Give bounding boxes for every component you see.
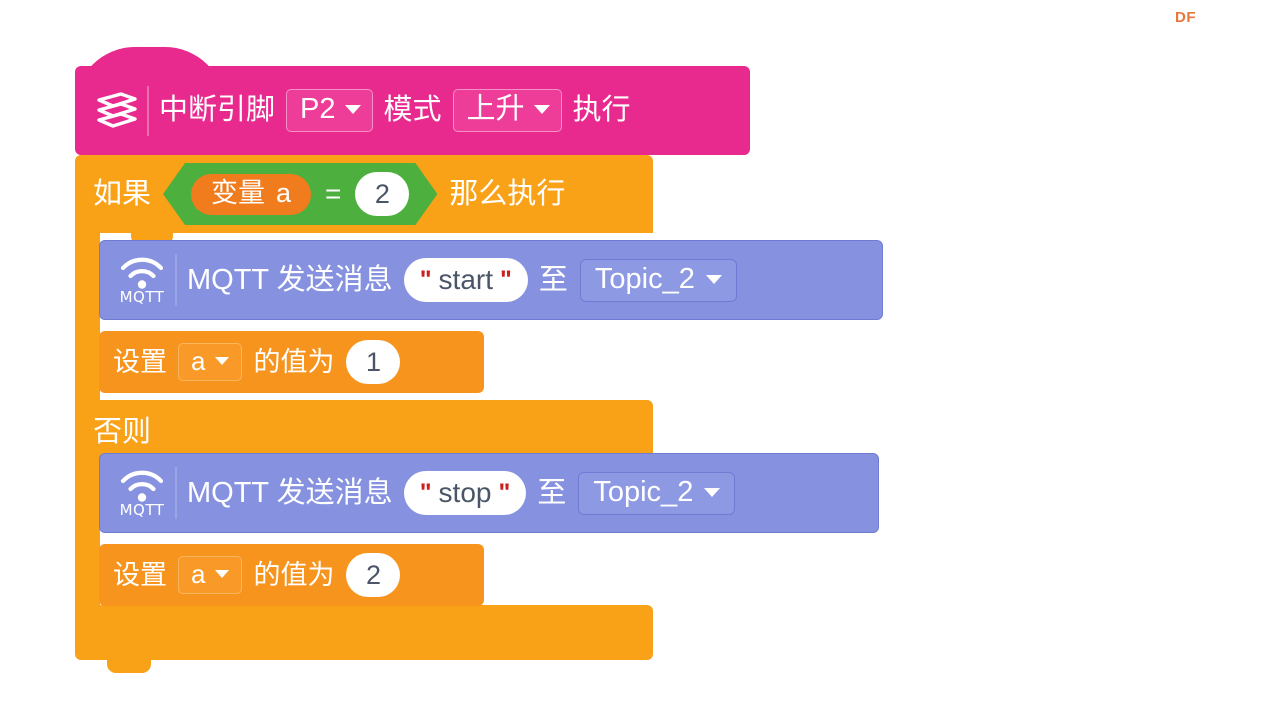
- stacked-layers-icon: [89, 82, 145, 140]
- set-variable-name: a: [191, 559, 206, 589]
- mqtt-message-value: start: [438, 264, 494, 295]
- variable-prefix-label: 变量: [211, 177, 266, 208]
- set-variable-block-1[interactable]: 设置 a 的值为 1: [99, 331, 484, 393]
- variable-name-label: a: [276, 177, 292, 208]
- mqtt-topic-dropdown-stop[interactable]: Topic_2: [578, 471, 736, 515]
- set-value-label: 的值为: [253, 559, 335, 590]
- set-value-label: 的值为: [253, 346, 335, 377]
- interrupt-pin-hat-block[interactable]: 中断引脚 P2 模式 上升 执行: [75, 66, 750, 155]
- mqtt-message-input-stop[interactable]: " stop ": [403, 471, 527, 515]
- quote-open: ": [419, 265, 432, 294]
- pin-dropdown[interactable]: P2: [286, 89, 373, 132]
- mqtt-to-label: 至: [538, 263, 568, 296]
- quote-close: ": [500, 265, 512, 294]
- mqtt-topic-dropdown-start[interactable]: Topic_2: [579, 258, 737, 302]
- chevron-down-icon: [215, 357, 230, 365]
- mode-dropdown-value: 上升: [466, 93, 525, 125]
- pin-dropdown-value: P2: [300, 93, 336, 125]
- equals-operator-block[interactable]: 变量 a = 2: [163, 163, 437, 225]
- blockly-workspace[interactable]: 中断引脚 P2 模式 上升 执行 如果 变量 a = 2 那么执行 否则 MQT…: [0, 0, 1280, 720]
- quote-close: ": [498, 478, 511, 507]
- mqtt-icon-divider: [175, 254, 177, 306]
- set-variable-block-2[interactable]: 设置 a 的值为 2: [99, 544, 484, 606]
- variable-reporter-a[interactable]: 变量 a: [191, 174, 311, 215]
- hat-label-execute: 执行: [572, 94, 631, 126]
- hat-label-interrupt-pin: 中断引脚: [159, 94, 276, 126]
- set-variable-dropdown-2[interactable]: a: [178, 556, 243, 594]
- condition-value-input[interactable]: 2: [355, 172, 409, 216]
- equals-sign-label: =: [325, 178, 342, 209]
- else-label: 否则: [93, 416, 152, 448]
- chevron-down-icon: [704, 487, 721, 497]
- mqtt-message-input-start[interactable]: " start ": [403, 258, 528, 302]
- quote-open: ": [419, 478, 432, 507]
- if-block-bottom-notch: [107, 660, 151, 673]
- then-label: 那么执行: [449, 177, 566, 210]
- mqtt-topic-value: Topic_2: [593, 475, 694, 508]
- chevron-down-icon: [215, 570, 230, 578]
- mqtt-icon-label: MQTT: [119, 288, 165, 306]
- set-variable-name: a: [191, 346, 206, 376]
- mqtt-icon-divider: [175, 467, 177, 519]
- set-label: 设置: [113, 559, 167, 590]
- set-value-input-2[interactable]: 2: [346, 553, 401, 597]
- chevron-down-icon: [344, 105, 361, 114]
- mqtt-send-label: MQTT 发送消息: [187, 476, 393, 509]
- mqtt-icon-label: MQTT: [119, 501, 165, 519]
- chevron-down-icon: [533, 105, 550, 114]
- if-block-bottom-bar[interactable]: [75, 605, 653, 660]
- mqtt-send-message-block-stop[interactable]: MQTT MQTT 发送消息 " stop " 至 Topic_2: [99, 453, 879, 533]
- mqtt-send-message-block-start[interactable]: MQTT MQTT 发送消息 " start " 至 Topic_2: [99, 240, 883, 320]
- chevron-down-icon: [705, 274, 722, 284]
- mqtt-message-value: stop: [438, 477, 492, 508]
- set-variable-dropdown-1[interactable]: a: [178, 343, 243, 381]
- set-label: 设置: [113, 346, 167, 377]
- mqtt-send-label: MQTT 发送消息: [187, 263, 393, 296]
- if-condition-row: 如果 变量 a = 2 那么执行: [75, 155, 653, 233]
- mqtt-topic-value: Topic_2: [594, 262, 695, 295]
- wifi-icon: MQTT: [112, 462, 172, 524]
- set-value-input-1[interactable]: 1: [346, 340, 401, 384]
- wifi-icon: MQTT: [112, 249, 172, 311]
- mqtt-to-label: 至: [537, 476, 567, 509]
- hat-label-mode: 模式: [383, 94, 442, 126]
- hat-icon-divider: [147, 85, 149, 136]
- if-label: 如果: [93, 177, 152, 210]
- mode-dropdown[interactable]: 上升: [452, 89, 562, 132]
